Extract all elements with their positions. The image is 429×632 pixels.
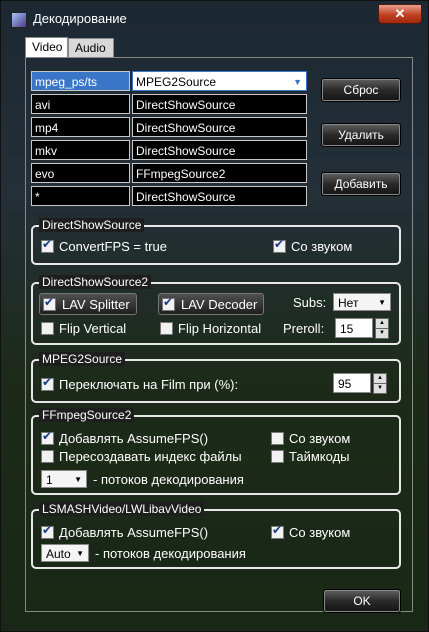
grid-value-cell[interactable]: FFmpegSource2 <box>132 163 307 183</box>
grid-name-cell[interactable]: mpeg_ps/ts <box>31 71 130 91</box>
convert-fps-checkbox[interactable]: ConvertFPS = true <box>41 237 168 254</box>
checkbox-checked-icon <box>41 237 54 253</box>
spin-down-icon[interactable]: ▼ <box>373 383 387 394</box>
mpeg2-group: MPEG2Source Переключать на Film при (%):… <box>31 352 401 403</box>
checkbox-label: ConvertFPS = true <box>59 239 168 254</box>
directshow-group: DirectShowSource ConvertFPS = true Со зв… <box>31 218 401 265</box>
with-audio-checkbox[interactable]: Со звуком <box>273 237 353 254</box>
reset-button[interactable]: Сброс <box>321 78 401 102</box>
grid-value-dropdown[interactable]: MPEG2Source ▼ <box>132 71 307 91</box>
checkbox-checked-icon <box>271 523 284 539</box>
checkbox-label: Добавлять AssumeFPS() <box>59 431 209 446</box>
checkbox-checked-icon <box>41 375 54 391</box>
checkbox-label: Со звуком <box>291 239 353 254</box>
tab-audio[interactable]: Audio <box>68 38 114 57</box>
ffmpeg-threads-select[interactable]: 1 ▼ <box>41 470 87 488</box>
checkbox-checked-icon <box>273 237 286 253</box>
flip-horizontal-checkbox[interactable]: Flip Horizontal <box>160 321 261 336</box>
directshow2-group: DirectShowSource2 LAV Splitter LAV Decod… <box>31 275 401 345</box>
group-title: DirectShowSource <box>39 218 145 232</box>
ffmpeg-with-audio-checkbox[interactable]: Со звуком <box>271 431 350 446</box>
preroll-spinner[interactable]: 15 ▲ ▼ <box>335 318 389 339</box>
spin-down-icon[interactable]: ▼ <box>375 328 389 339</box>
preroll-field[interactable]: 15 <box>335 318 373 338</box>
checkbox-label: Таймкоды <box>289 449 350 464</box>
chevron-down-icon[interactable]: ▼ <box>293 72 302 92</box>
threads-label: - потоков декодирования <box>93 472 244 487</box>
checkbox-label: Со звуком <box>289 431 351 446</box>
grid-name-cell[interactable]: * <box>31 186 130 206</box>
lsmash-assumefps-checkbox[interactable]: Добавлять AssumeFPS() <box>41 523 209 540</box>
chevron-down-icon: ▼ <box>76 549 84 558</box>
checkbox-checked-icon <box>162 295 175 311</box>
lsmash-with-audio-checkbox[interactable]: Со звуком <box>271 523 351 540</box>
checkbox-checked-icon <box>41 523 54 539</box>
film-percent-field[interactable]: 95 <box>333 373 371 393</box>
checkbox-label: Переключать на Film при (%): <box>59 377 239 392</box>
close-button[interactable]: ✕ <box>378 4 422 24</box>
subs-select[interactable]: Нет ▼ <box>333 293 391 311</box>
recreate-index-checkbox[interactable]: Пересоздавать индекс файлы <box>41 449 242 464</box>
threads-label: - потоков декодирования <box>95 546 246 561</box>
select-value: Auto <box>46 547 71 561</box>
checkbox-checked-icon <box>43 295 56 311</box>
checkbox-unchecked-icon <box>271 432 284 445</box>
select-value: Нет <box>338 296 359 310</box>
delete-button[interactable]: Удалить <box>321 123 401 147</box>
add-button[interactable]: Добавить <box>321 172 401 196</box>
tab-video[interactable]: Video <box>25 37 68 58</box>
chevron-down-icon: ▼ <box>378 298 386 307</box>
grid-name-cell[interactable]: mkv <box>31 140 130 160</box>
checkbox-unchecked-icon <box>41 450 54 463</box>
grid-value-cell[interactable]: DirectShowSource <box>132 140 307 160</box>
lsmash-group: LSMASHVideo/LWLibavVideo Добавлять Assum… <box>31 502 401 569</box>
flip-vertical-checkbox[interactable]: Flip Vertical <box>41 321 126 336</box>
checkbox-label: Flip Vertical <box>59 321 127 336</box>
ok-button[interactable]: OK <box>323 589 401 613</box>
ffmpeg-group: FFmpegSource2 Добавлять AssumeFPS() Со з… <box>31 408 401 495</box>
lav-decoder-toggle[interactable]: LAV Decoder <box>158 293 265 315</box>
toggle-label: LAV Decoder <box>181 296 258 312</box>
chevron-down-icon: ▼ <box>74 475 82 484</box>
grid-value-cell[interactable]: DirectShowSource <box>132 117 307 137</box>
checkbox-unchecked-icon <box>41 322 54 335</box>
checkbox-label: Пересоздавать индекс файлы <box>59 449 242 464</box>
grid-name-cell[interactable]: mp4 <box>31 117 130 137</box>
switch-film-checkbox[interactable]: Переключать на Film при (%): <box>41 375 239 392</box>
lav-splitter-toggle[interactable]: LAV Splitter <box>39 293 137 315</box>
grid-name-cell[interactable]: evo <box>31 163 130 183</box>
grid-value-cell[interactable]: DirectShowSource <box>132 186 307 206</box>
lsmash-threads-select[interactable]: Auto ▼ <box>41 544 89 562</box>
grid-value-cell[interactable]: DirectShowSource <box>132 94 307 114</box>
group-title: FFmpegSource2 <box>39 408 135 422</box>
app-icon <box>11 12 27 28</box>
group-title: MPEG2Source <box>39 352 126 366</box>
film-percent-spinner[interactable]: 95 ▲ ▼ <box>333 373 387 394</box>
grid-name-cell[interactable]: avi <box>31 94 130 114</box>
decoding-window: Декодирование ✕ Video Audio mpeg_ps/ts M… <box>0 0 429 632</box>
subs-label: Subs: <box>293 295 327 310</box>
ffmpeg-assumefps-checkbox[interactable]: Добавлять AssumeFPS() <box>41 429 209 446</box>
checkbox-checked-icon <box>41 429 54 445</box>
checkbox-unchecked-icon <box>271 450 284 463</box>
preroll-label: Preroll: <box>283 321 325 336</box>
select-value: 1 <box>46 473 53 487</box>
window-title: Декодирование <box>33 11 127 26</box>
title-bar[interactable]: Декодирование ✕ <box>1 1 428 35</box>
toggle-label: LAV Splitter <box>62 296 130 312</box>
checkbox-label: Добавлять AssumeFPS() <box>59 525 209 540</box>
group-title: LSMASHVideo/LWLibavVideo <box>39 502 205 516</box>
timecodes-checkbox[interactable]: Таймкоды <box>271 449 350 464</box>
checkbox-label: Со звуком <box>289 525 351 540</box>
checkbox-label: Flip Horizontal <box>178 321 262 336</box>
group-title: DirectShowSource2 <box>39 275 152 289</box>
checkbox-unchecked-icon <box>160 322 173 335</box>
grid-value-text: MPEG2Source <box>136 75 217 89</box>
